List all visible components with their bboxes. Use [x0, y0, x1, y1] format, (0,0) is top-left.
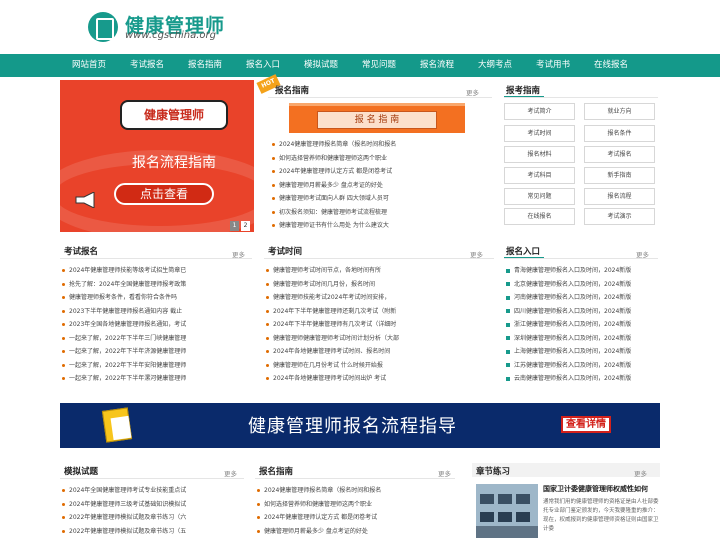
guide-btn-faq[interactable]: 常见问题: [504, 188, 575, 205]
promo-button[interactable]: 查看详情: [561, 416, 611, 433]
list-item[interactable]: 健康管理师报考条件，看看你符合条件吗: [62, 291, 252, 305]
chapter-headline[interactable]: 国家卫计委健康管理师权威性如何: [543, 484, 648, 494]
list-item[interactable]: 2024年健康管理师认定方式 都是闭卷考试: [272, 165, 494, 179]
list-item[interactable]: 深圳健康管理师报名入口及时间，2024新版: [506, 332, 658, 346]
exam-guide-title: 报考指南: [506, 86, 541, 96]
banner-page-1[interactable]: 1: [230, 221, 239, 231]
guide-btn-newbie[interactable]: 新手指南: [584, 167, 655, 184]
guide-bottom-list: 2024健康管理师报名简章（报名时间和报名 如何选择营养师和健康管理师这两个职业…: [257, 484, 455, 538]
list-item[interactable]: 健康管理师考试时间几月份，报名时间: [266, 278, 492, 292]
list-item[interactable]: 四川健康管理师报名入口及时间，2024新版: [506, 305, 658, 319]
list-item[interactable]: 一起来了解，2022年下半年三门峡健康管理: [62, 332, 252, 346]
list-item[interactable]: 健康管理师健康管理师考试时间计划分析（大部: [266, 332, 492, 346]
nav-item-signup-guide[interactable]: 报名指南: [188, 54, 222, 77]
banner-heading: 健康管理师: [143, 108, 204, 122]
nav-item-exam-signup[interactable]: 考试报名: [130, 54, 164, 77]
list-item[interactable]: 如何选择营养师和健康管理师这两个职业: [257, 498, 455, 512]
guide-btn-requirements[interactable]: 报名条件: [584, 125, 655, 142]
guide-top-list: 2024健康管理师报名简章（报名时间和报名 如何选择营养师和健康管理师这两个职业…: [272, 138, 494, 233]
list-item[interactable]: 健康管理师月薪最多少 盘点考证的好处: [257, 525, 455, 539]
nav-item-mock-exam[interactable]: 模拟试题: [304, 54, 338, 77]
guide-btn-intro[interactable]: 考试简介: [504, 103, 575, 120]
list-item[interactable]: 2024年各地健康管理师考试时间出炉 考试: [266, 372, 492, 386]
exam-time-title: 考试时间: [268, 247, 303, 257]
list-item[interactable]: 健康管理师在几月份考试 什么时候开始报: [266, 359, 492, 373]
exam-signup-title: 考试报名: [64, 247, 99, 257]
chapter-summary: 通常我们用的健康管理师的资格证是由人社部委托专业部门鉴定颁发的，今天我要隆重的推…: [543, 499, 659, 532]
nav-item-online-signup[interactable]: 在线报名: [594, 54, 628, 77]
chapter-title: 章节练习: [476, 467, 511, 477]
signup-entry-list: 青海健康管理师报名入口及时间，2024新版 北京健康管理师报名入口及时间，202…: [506, 264, 658, 386]
nav-item-faq[interactable]: 常见问题: [362, 54, 396, 77]
chapter-more[interactable]: 更多: [634, 468, 647, 478]
nav-item-home[interactable]: 网站首页: [72, 54, 106, 77]
main-nav: 网站首页 考试报名 报名指南 报名入口 模拟试题 常见问题 报名流程 大纲考点 …: [0, 54, 720, 77]
chapter-thumbnail[interactable]: [476, 484, 538, 538]
list-item[interactable]: 河南健康管理师报名入口及时间，2024新版: [506, 291, 658, 305]
list-item[interactable]: 健康管理师考试时间节点，各地时间有所: [266, 264, 492, 278]
list-item[interactable]: 上海健康管理师报名入口及时间，2024新版: [506, 345, 658, 359]
guide-btn-subjects[interactable]: 考试科目: [504, 167, 575, 184]
list-item[interactable]: 2024年下半年健康管理师有几次考试（详细时: [266, 318, 492, 332]
signup-entry-title: 报名入口: [506, 247, 541, 257]
banner-subheading: 报名流程指南: [132, 155, 216, 171]
list-item[interactable]: 青海健康管理师报名入口及时间，2024新版: [506, 264, 658, 278]
guide-btn-exam-time[interactable]: 考试时间: [504, 125, 575, 142]
list-item[interactable]: 健康管理师月薪最多少 盘点考证的好处: [272, 179, 494, 193]
list-item[interactable]: 健康管理师技能考试2024年考试时间安排，: [266, 291, 492, 305]
list-item[interactable]: 一起来了解，2022年下半年漯河健康管理师: [62, 372, 252, 386]
list-item[interactable]: 江苏健康管理师报名入口及时间，2024新版: [506, 359, 658, 373]
list-item[interactable]: 2023年全国各地健康管理师报名通知，考试: [62, 318, 252, 332]
guide-bottom-more[interactable]: 更多: [438, 468, 451, 478]
nav-item-books[interactable]: 考试用书: [536, 54, 570, 77]
list-item[interactable]: 2023下半年健康管理师报名通知内容 截止: [62, 305, 252, 319]
mock-exam-more[interactable]: 更多: [224, 468, 237, 478]
guide-btn-online[interactable]: 在线报名: [504, 208, 575, 225]
megaphone-icon: [74, 191, 100, 209]
guide-btn-demo[interactable]: 考试演示: [584, 208, 655, 225]
list-item[interactable]: 健康管理师证书有什么用处 为什么建议大: [272, 219, 494, 233]
list-item[interactable]: 一起来了解，2022年下半年安阳健康管理师: [62, 359, 252, 373]
hero-banner[interactable]: 健康管理师 报名流程指南 点击查看 1 2: [60, 80, 254, 232]
banner-button[interactable]: 点击查看: [114, 183, 214, 205]
guide-top-title: 报名指南: [275, 86, 310, 96]
promo-banner[interactable]: 健康管理师报名流程指导 查看详情: [60, 403, 660, 448]
list-item[interactable]: 初次报名须知：健康管理师考试流程梳理: [272, 206, 494, 220]
list-item[interactable]: 2024健康管理师报名简章（报名时间和报名: [272, 138, 494, 152]
exam-time-list: 健康管理师考试时间节点，各地时间有所 健康管理师考试时间几月份，报名时间 健康管…: [266, 264, 492, 386]
list-item[interactable]: 2024年全国健康管理师考试专业技能重点试: [62, 484, 244, 498]
list-item[interactable]: 云南健康管理师报名入口及时间，2024新版: [506, 372, 658, 386]
site-logo[interactable]: [88, 12, 118, 42]
guide-bottom-title: 报名指南: [259, 467, 294, 477]
guide-btn-process[interactable]: 报名流程: [584, 188, 655, 205]
promo-text: 健康管理师报名流程指导: [248, 416, 457, 437]
guide-btn-signup[interactable]: 考试报名: [584, 146, 655, 163]
guide-btn-materials[interactable]: 报名材料: [504, 146, 575, 163]
guide-btn-career[interactable]: 就业方向: [584, 103, 655, 120]
list-item[interactable]: 浙江健康管理师报名入口及时间，2024新版: [506, 318, 658, 332]
list-item[interactable]: 2024年健康管理师三级考试基础知识模拟试: [62, 498, 244, 512]
list-item[interactable]: 抢先了解：2024年全国健康管理师报考政策: [62, 278, 252, 292]
list-item[interactable]: 北京健康管理师报名入口及时间，2024新版: [506, 278, 658, 292]
guide-top-more[interactable]: 更多: [466, 87, 479, 97]
nav-item-syllabus[interactable]: 大纲考点: [478, 54, 512, 77]
list-item[interactable]: 2024年健康管理师技能等级考试招生简章已: [62, 264, 252, 278]
mock-exam-title: 模拟试题: [64, 467, 99, 477]
site-url: www.cgschina.org: [125, 30, 216, 41]
list-item[interactable]: 2024年健康管理师认定方式 都是闭卷考试: [257, 511, 455, 525]
list-item[interactable]: 一起来了解，2022年下半年济源健康管理师: [62, 345, 252, 359]
list-item[interactable]: 2022年健康管理师模拟试题及章节练习（五: [62, 525, 244, 539]
mock-exam-list: 2024年全国健康管理师考试专业技能重点试 2024年健康管理师三级考试基础知识…: [62, 484, 244, 538]
list-item[interactable]: 2024年各地健康管理师考试时间、报名时间: [266, 345, 492, 359]
list-item[interactable]: 2024健康管理师报名简章（报名时间和报名: [257, 484, 455, 498]
list-item[interactable]: 健康管理师考试面向人群 四大领域人员可: [272, 192, 494, 206]
guide-banner[interactable]: 报 名 指 南: [289, 103, 465, 133]
list-item[interactable]: 2022年健康管理师模拟试题及章节练习（六: [62, 511, 244, 525]
list-item[interactable]: 如何选择营养师和健康管理师这两个职业: [272, 152, 494, 166]
nav-item-signup-process[interactable]: 报名流程: [420, 54, 454, 77]
guide-banner-text: 报 名 指 南: [317, 111, 437, 129]
exam-signup-list: 2024年健康管理师技能等级考试招生简章已 抢先了解：2024年全国健康管理师报…: [62, 264, 252, 386]
banner-page-2[interactable]: 2: [241, 221, 250, 231]
list-item[interactable]: 2024年下半年健康管理师还剩几次考试（附新: [266, 305, 492, 319]
